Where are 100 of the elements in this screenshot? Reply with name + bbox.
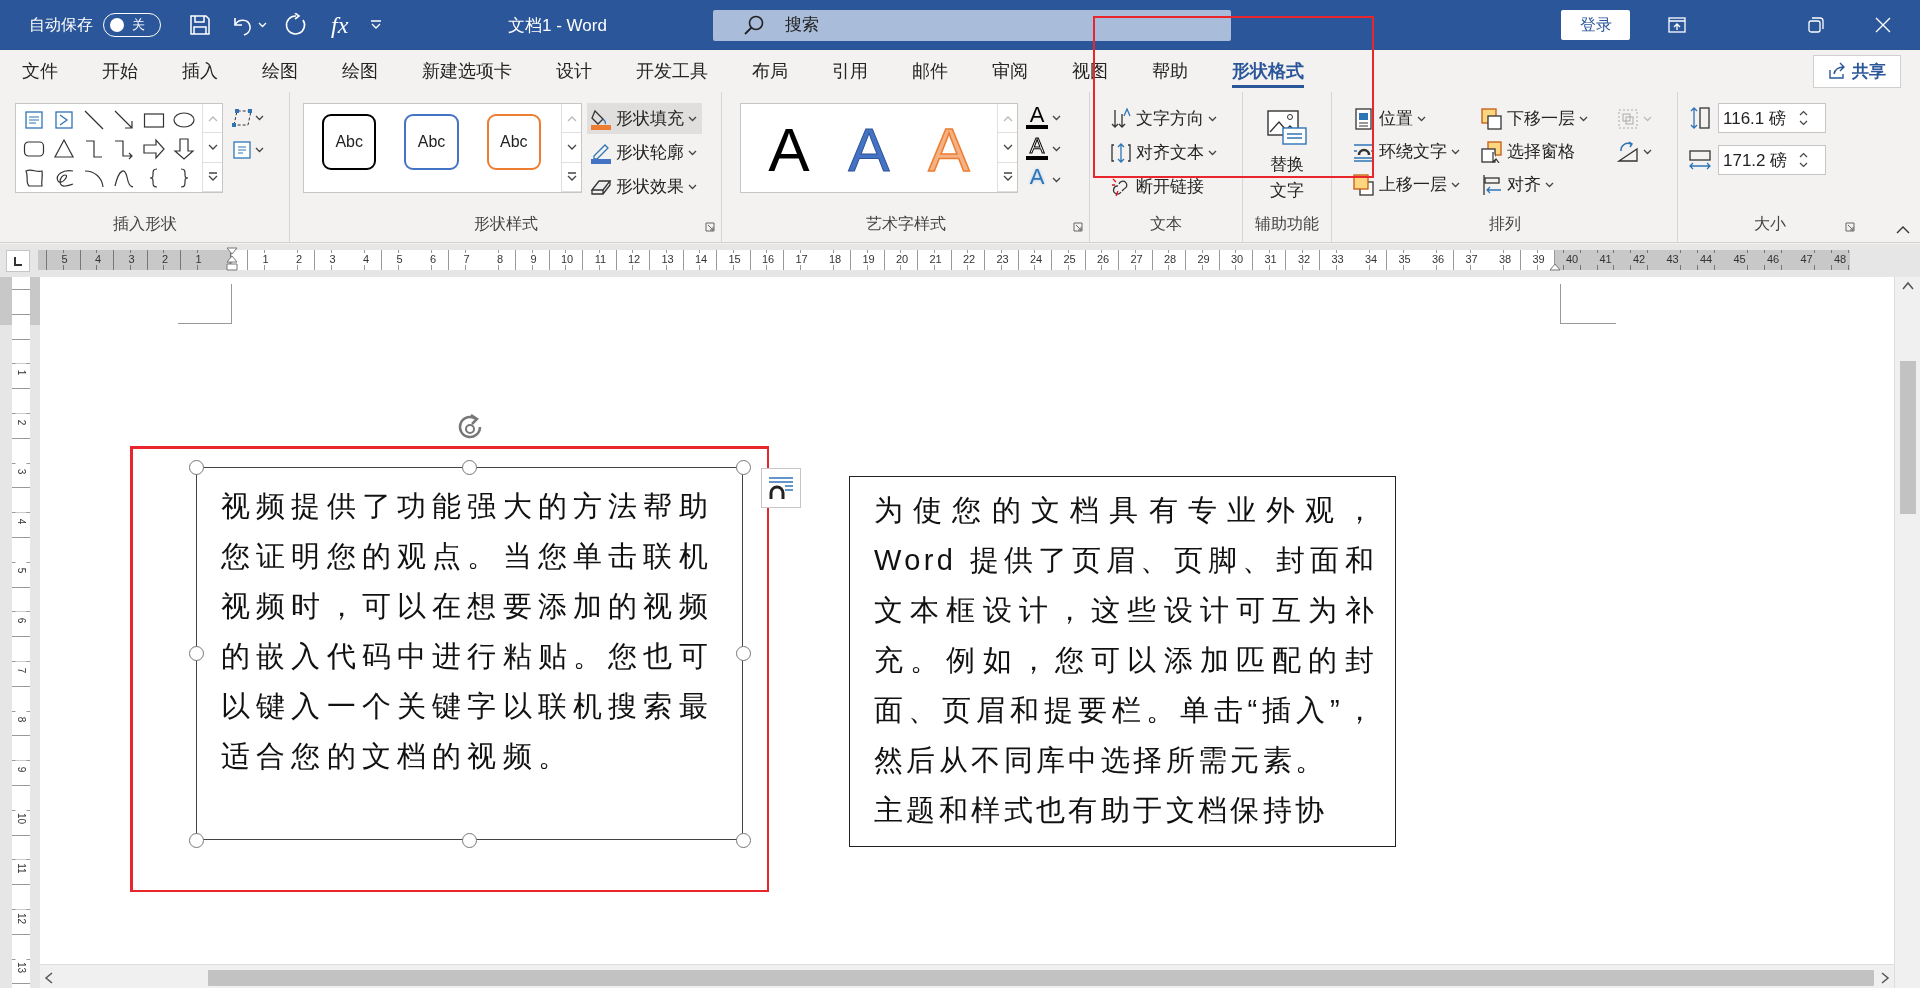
wordart-style[interactable]: A bbox=[841, 119, 897, 181]
spin-up-icon[interactable] bbox=[1799, 152, 1808, 158]
ribbon-tab[interactable]: 绘图 bbox=[320, 50, 400, 92]
ruler-number: 48 bbox=[1830, 253, 1850, 265]
ribbon-button[interactable]: 形状轮廓 bbox=[587, 137, 702, 168]
scroll-thumb[interactable] bbox=[1899, 361, 1916, 514]
right-arrow-icon[interactable] bbox=[143, 137, 165, 160]
vertical-textbox-icon[interactable] bbox=[53, 108, 75, 131]
customize-icon[interactable] bbox=[370, 20, 383, 30]
text-fill-button[interactable]: A bbox=[1026, 103, 1061, 132]
scroll-right-icon[interactable] bbox=[1880, 971, 1890, 984]
dialog-launcher-icon[interactable] bbox=[705, 222, 715, 232]
elbow-arrow-icon[interactable] bbox=[113, 137, 135, 160]
ribbon-button[interactable]: 形状效果 bbox=[587, 171, 702, 202]
size-box[interactable]: 171.2 磅 bbox=[1718, 145, 1826, 175]
ribbon-tab[interactable]: 绘图 bbox=[240, 50, 320, 92]
caret-icon bbox=[1545, 181, 1554, 188]
text-box[interactable]: 视频提供了功能强大的方法帮助您证明您的观点。当您单击联机视频时，可以在想要添加的视频的嵌入代码中进行粘贴。您也可以键入一个关键字以联机搜索最适合您的文档的视频。 bbox=[196, 467, 743, 840]
ribbon-tab[interactable]: 帮助 bbox=[1130, 50, 1210, 92]
arrow-icon[interactable] bbox=[113, 108, 135, 131]
ribbon-tab[interactable]: 设计 bbox=[534, 50, 614, 92]
spin-down-icon[interactable] bbox=[1799, 120, 1808, 126]
shape-style-swatch[interactable]: Abc bbox=[322, 114, 377, 170]
close-icon[interactable] bbox=[1875, 17, 1891, 33]
restore-icon[interactable] bbox=[1808, 17, 1824, 33]
edit-shape-button[interactable] bbox=[231, 107, 264, 129]
shape-style-swatch[interactable]: Abc bbox=[404, 114, 459, 170]
more-icon[interactable] bbox=[566, 172, 577, 182]
ribbon-tab[interactable]: 引用 bbox=[810, 50, 890, 92]
height-field[interactable]: 116.1 磅 bbox=[1723, 108, 1799, 128]
layout-options-icon bbox=[767, 475, 795, 501]
alt-text-button[interactable]: 替换文字 bbox=[1262, 110, 1312, 204]
search-field[interactable]: 搜索 bbox=[783, 14, 1183, 36]
tab-selector[interactable] bbox=[6, 249, 30, 272]
scroll-thumb[interactable] bbox=[208, 969, 1874, 986]
align-icon bbox=[1481, 173, 1503, 196]
ribbon-button[interactable]: 对齐文本 bbox=[1107, 137, 1222, 168]
wordart-style[interactable]: A bbox=[761, 119, 817, 181]
text-box[interactable]: 为使您的文档具有专业外观，Word 提供了页眉、页脚、封面和文本框设计，这些设计可互为补充。例如，您可以添加匹配的封面、页眉和提要栏。单击“插入”，然后从不同库中选择所需元素。 主题和样式也有助于文档保持协 bbox=[849, 476, 1396, 847]
caret-icon bbox=[1052, 176, 1061, 183]
width-field[interactable]: 171.2 磅 bbox=[1723, 150, 1799, 170]
text-effect-button[interactable]: A bbox=[1026, 165, 1061, 194]
share-button[interactable]: 共享 bbox=[1813, 54, 1901, 88]
ribbon-tab[interactable]: 形状格式 bbox=[1210, 50, 1326, 92]
formula-button[interactable]: fx bbox=[331, 11, 349, 39]
resize-handle[interactable] bbox=[188, 646, 204, 661]
vertical-ruler[interactable]: 1 2 3 4 5 6 7 8 9 10 11 12 13 bbox=[12, 277, 30, 988]
spin-down-icon[interactable] bbox=[1799, 162, 1808, 168]
resize-handle[interactable] bbox=[188, 459, 204, 475]
ribbon-tab[interactable]: 开始 bbox=[80, 50, 160, 92]
selection-pane-icon bbox=[1481, 140, 1503, 163]
ribbon-button[interactable]: 位置 bbox=[1350, 103, 1478, 134]
sign-in-button[interactable]: 登录 bbox=[1561, 10, 1630, 40]
ribbon-display-icon[interactable] bbox=[1668, 17, 1686, 33]
more-icon[interactable] bbox=[1002, 172, 1013, 182]
search-box[interactable]: 搜索 bbox=[713, 9, 1231, 41]
triangle-icon[interactable] bbox=[53, 137, 75, 160]
ribbon-button[interactable]: 上移一层 bbox=[1350, 169, 1478, 200]
layout-options-button[interactable] bbox=[761, 468, 801, 508]
scroll-down-icon[interactable] bbox=[566, 144, 577, 151]
scroll-up-icon[interactable] bbox=[1901, 281, 1914, 291]
scroll-down-icon[interactable] bbox=[1002, 144, 1013, 151]
freeform-icon[interactable] bbox=[23, 166, 45, 189]
collapse-ribbon-icon[interactable] bbox=[1896, 225, 1910, 234]
ribbon-tab[interactable]: 开发工具 bbox=[614, 50, 730, 92]
ribbon-tab[interactable]: 新建选项卡 bbox=[400, 50, 534, 92]
horizontal-ruler[interactable]: 5 4 3 2 1 1 2 3 4 5 6 7 8 9 10 11 12 13 14 15 16 17 18 19 20 21 22 23 24 25 26 27 28 29 30 31 32 33 34 35 36 37 38 39 40 41 42 43 44 45 46 47 48 bbox=[38, 250, 1850, 270]
ribbon-tab[interactable]: 插入 bbox=[160, 50, 240, 92]
dialog-launcher-icon[interactable] bbox=[1845, 222, 1855, 232]
elbow-connector-icon[interactable] bbox=[83, 137, 105, 160]
scroll-left-icon[interactable] bbox=[44, 971, 54, 984]
size-box[interactable]: 116.1 磅 bbox=[1718, 103, 1826, 133]
line-icon[interactable] bbox=[83, 108, 105, 131]
ribbon-button[interactable]: 文字方向 bbox=[1107, 103, 1222, 134]
draw-textbox-button[interactable] bbox=[231, 139, 264, 161]
ribbon-button[interactable]: 选择窗格 bbox=[1478, 136, 1614, 167]
resize-handle[interactable] bbox=[188, 832, 204, 848]
ribbon-button[interactable]: 断开链接 bbox=[1107, 171, 1222, 202]
caret-icon bbox=[1643, 115, 1652, 122]
ribbon-button[interactable]: 形状填充 bbox=[587, 103, 702, 134]
ribbon-button[interactable]: 环绕文字 bbox=[1350, 136, 1478, 167]
ribbon-tab[interactable]: 布局 bbox=[730, 50, 810, 92]
ribbon-tab[interactable]: 审阅 bbox=[970, 50, 1050, 92]
resize-handle[interactable] bbox=[735, 459, 751, 475]
ribbon-button[interactable]: 对齐 bbox=[1478, 169, 1614, 200]
scroll-down-icon[interactable] bbox=[207, 144, 218, 151]
shape-style-swatch[interactable]: Abc bbox=[486, 114, 541, 170]
dialog-launcher-icon[interactable] bbox=[1073, 222, 1083, 232]
spin-up-icon[interactable] bbox=[1799, 110, 1808, 116]
textbox-icon[interactable] bbox=[23, 108, 45, 131]
ribbon-tab[interactable]: 邮件 bbox=[890, 50, 970, 92]
more-icon[interactable] bbox=[207, 172, 218, 182]
indent-marker-icon[interactable] bbox=[226, 247, 238, 271]
ribbon-button[interactable]: 下移一层 bbox=[1478, 103, 1614, 134]
save-icon[interactable] bbox=[189, 14, 211, 36]
paint-bucket-icon bbox=[590, 107, 612, 130]
down-arrow-icon[interactable] bbox=[173, 137, 195, 160]
ribbon-tab[interactable]: 文件 bbox=[0, 50, 80, 92]
indent-marker-icon[interactable] bbox=[1549, 263, 1562, 271]
horizontal-scrollbar[interactable] bbox=[40, 964, 1894, 988]
